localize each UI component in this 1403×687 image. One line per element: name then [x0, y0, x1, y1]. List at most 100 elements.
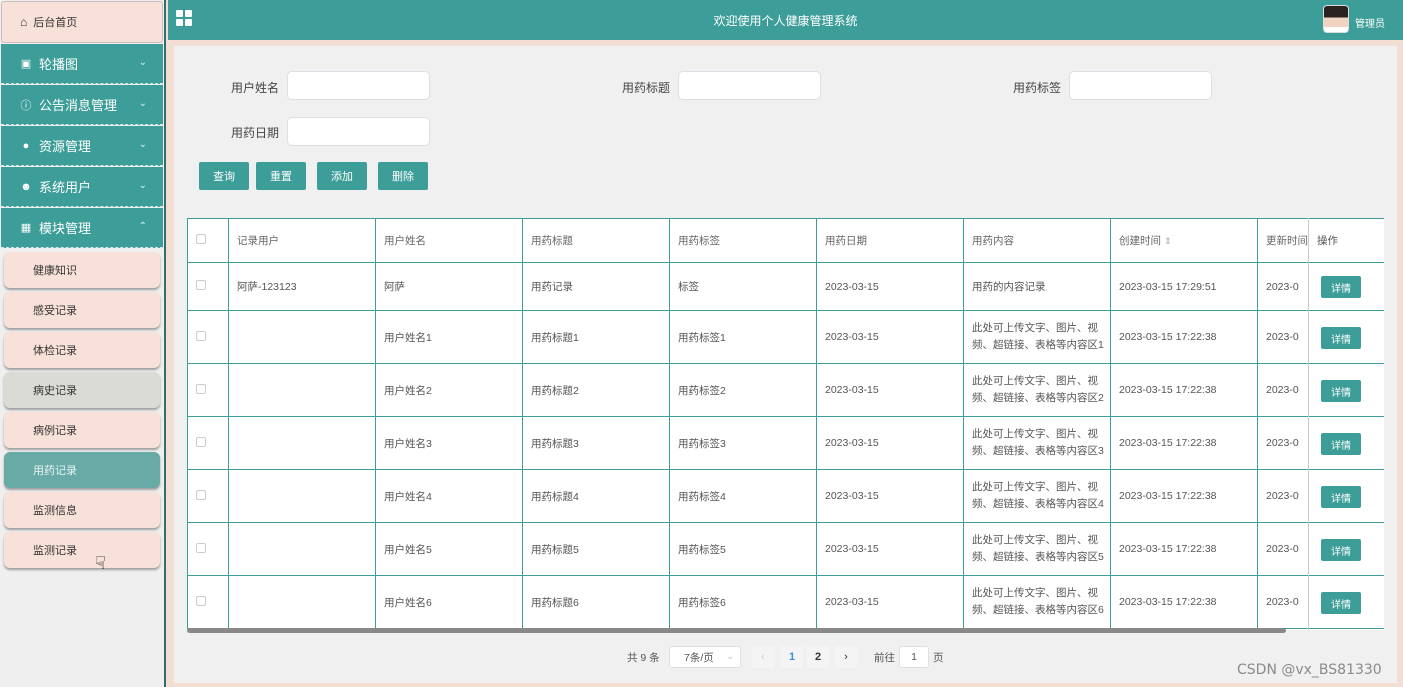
- checkbox[interactable]: [196, 280, 206, 290]
- sidebar-item-label: 监测记录: [33, 545, 77, 557]
- sidebar-home[interactable]: ⌂ 后台首页: [1, 1, 163, 43]
- sidebar-item-monitoring-info[interactable]: 监测信息: [4, 492, 160, 528]
- table-cell-name: 用户姓名5: [375, 522, 523, 576]
- table-cell-name: 用户姓名4: [375, 469, 523, 523]
- row-select-cell[interactable]: [187, 363, 229, 417]
- med-tag-input[interactable]: [1069, 71, 1212, 100]
- sidebar-menu-carousel[interactable]: ▣ 轮播图 ⌄: [1, 44, 163, 84]
- table-cell-content: 此处可上传文字、图片、视频、超链接、表格等内容区4: [963, 469, 1111, 523]
- row-select-cell[interactable]: [187, 310, 229, 364]
- table-cell-title: 用药标题3: [522, 416, 670, 470]
- row-select-cell[interactable]: [187, 522, 229, 576]
- sidebar-item-label: 感受记录: [33, 305, 77, 317]
- checkbox[interactable]: [196, 330, 206, 341]
- username-label: 用户姓名: [231, 81, 280, 95]
- sidebar-item-history-records[interactable]: 病史记录: [4, 372, 160, 408]
- page-1-button[interactable]: 1: [781, 646, 803, 668]
- table-row: 用户姓名4 用药标题4 用药标签4 2023-03-15 此处可上传文字、图片、视频、超…: [187, 469, 1367, 523]
- med-title-input[interactable]: [678, 71, 821, 100]
- operation-cell: 详情: [1309, 523, 1384, 576]
- detail-button[interactable]: 详情: [1321, 486, 1361, 508]
- checkbox[interactable]: [196, 436, 206, 447]
- column-header: 记录用户: [228, 218, 376, 263]
- table-cell-content: 此处可上传文字、图片、视频、超链接、表格等内容区6: [963, 575, 1111, 629]
- table-cell-tag: 用药标签2: [669, 363, 817, 417]
- checkbox[interactable]: [196, 489, 206, 500]
- checkbox[interactable]: [196, 383, 206, 394]
- delete-button[interactable]: 删除: [378, 162, 428, 190]
- detail-button[interactable]: 详情: [1321, 276, 1361, 298]
- user-name[interactable]: 管理员: [1355, 15, 1385, 30]
- search-button[interactable]: 查询: [199, 162, 249, 190]
- table-cell-tag: 用药标签1: [669, 310, 817, 364]
- detail-button[interactable]: 详情: [1321, 327, 1361, 349]
- page-size-select[interactable]: 7条/页 ⌄: [669, 646, 741, 668]
- table-cell-title: 用药标题5: [522, 522, 670, 576]
- table-cell-created: 2023-03-15 17:29:51: [1110, 262, 1258, 311]
- page-2-button[interactable]: 2: [807, 646, 829, 668]
- watermark: CSDN @vx_BS81330: [1237, 662, 1382, 678]
- operation-cell: 详情: [1309, 417, 1384, 470]
- checkbox[interactable]: [196, 595, 206, 606]
- next-page-button[interactable]: ›: [835, 646, 857, 668]
- chevron-down-icon: ⌄: [138, 180, 147, 191]
- table-cell-content: 此处可上传文字、图片、视频、超链接、表格等内容区3: [963, 416, 1111, 470]
- table-cell-created: 2023-03-15 17:22:38: [1110, 363, 1258, 417]
- checkbox[interactable]: [196, 542, 206, 553]
- sort-icon[interactable]: ⇕: [1164, 236, 1172, 246]
- reset-button[interactable]: 重置: [256, 162, 306, 190]
- username-input[interactable]: [287, 71, 430, 100]
- sidebar-menu-notice[interactable]: ⓘ 公告消息管理 ⌄: [1, 85, 163, 125]
- chevron-down-icon: ⌄: [138, 139, 147, 150]
- add-button[interactable]: 添加: [317, 162, 367, 190]
- table-cell-title: 用药标题4: [522, 469, 670, 523]
- select-all-cell[interactable]: [187, 218, 229, 263]
- table-cell-content: 此处可上传文字、图片、视频、超链接、表格等内容区2: [963, 363, 1111, 417]
- med-tag-label: 用药标签: [1013, 81, 1062, 95]
- sidebar-item-monitoring-records[interactable]: 监测记录: [4, 532, 160, 568]
- sidebar-item-feeling-records[interactable]: 感受记录: [4, 292, 160, 328]
- sidebar-menu-resources[interactable]: ● 资源管理 ⌄: [1, 126, 163, 166]
- detail-button[interactable]: 详情: [1321, 539, 1361, 561]
- table-cell-date: 2023-03-15: [816, 575, 964, 629]
- row-select-cell[interactable]: [187, 416, 229, 470]
- table-cell-title: 用药标题2: [522, 363, 670, 417]
- goto-page-input[interactable]: 1: [899, 646, 929, 668]
- sidebar-item-case-records[interactable]: 病例记录: [4, 412, 160, 448]
- data-table: 记录用户 用户姓名 用药标题 用药标签 用药日期 用药内容 创建时间 ⇕ 更新时间…: [187, 218, 1384, 630]
- table-cell-name: 用户姓名2: [375, 363, 523, 417]
- sidebar-item-checkup-records[interactable]: 体检记录: [4, 332, 160, 368]
- table-cell-date: 2023-03-15: [816, 416, 964, 470]
- table-cell-tag: 用药标签4: [669, 469, 817, 523]
- row-select-cell[interactable]: [187, 469, 229, 523]
- table-cell-title: 用药标题1: [522, 310, 670, 364]
- sidebar-item-medication-records[interactable]: 用药记录: [4, 452, 160, 488]
- chevron-up-icon: ⌃: [138, 221, 147, 232]
- sidebar-home-label: 后台首页: [33, 17, 78, 29]
- table-cell-created: 2023-03-15 17:22:38: [1110, 575, 1258, 629]
- column-header: 用药标题: [522, 218, 670, 263]
- detail-button[interactable]: 详情: [1321, 433, 1361, 455]
- sidebar-item-health-knowledge[interactable]: 健康知识: [4, 252, 160, 288]
- sidebar-item-label: 体检记录: [33, 345, 77, 357]
- column-header: 用药标签: [669, 218, 817, 263]
- sidebar-menu-modules[interactable]: ▦ 模块管理 ⌃: [1, 208, 163, 248]
- row-select-cell[interactable]: [187, 262, 229, 311]
- sidebar-menu-label: 模块管理: [39, 221, 92, 236]
- row-select-cell[interactable]: [187, 575, 229, 629]
- detail-button[interactable]: 详情: [1321, 592, 1361, 614]
- column-header-sortable[interactable]: 创建时间 ⇕: [1110, 218, 1258, 263]
- avatar[interactable]: [1323, 5, 1349, 33]
- detail-button[interactable]: 详情: [1321, 380, 1361, 402]
- table-cell-tag: 用药标签5: [669, 522, 817, 576]
- sidebar-item-label: 用药记录: [33, 465, 77, 477]
- table-cell-tag: 用药标签3: [669, 416, 817, 470]
- table-cell-date: 2023-03-15: [816, 262, 964, 311]
- prev-page-button[interactable]: ‹: [752, 646, 774, 668]
- med-date-label: 用药日期: [231, 126, 280, 140]
- med-date-input[interactable]: [287, 117, 430, 146]
- sidebar-menu-users[interactable]: ☻ 系统用户 ⌄: [1, 167, 163, 207]
- checkbox[interactable]: [196, 234, 206, 244]
- sidebar-item-label: 健康知识: [33, 265, 77, 277]
- horizontal-scrollbar[interactable]: [187, 628, 1286, 633]
